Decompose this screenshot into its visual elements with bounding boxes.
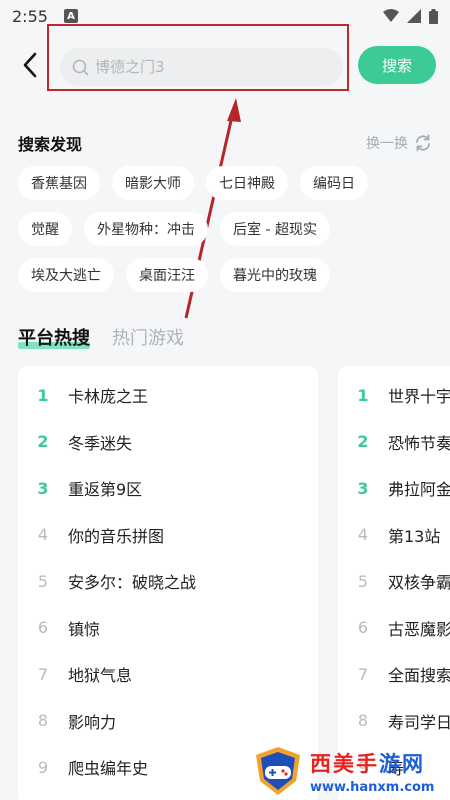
rank-name: 重返第9区 xyxy=(68,480,143,500)
list-item[interactable]: 7 全面搜索 xyxy=(338,651,450,698)
wifi-icon xyxy=(383,9,399,22)
rank-number: 1 xyxy=(37,385,49,405)
platform-hot-list: 1 卡林庞之王 2 冬季迷失 3 重返第9区 4 你的音乐拼图 5 安多尔：破晓之战 6镇… xyxy=(18,366,318,800)
back-button[interactable] xyxy=(14,48,46,82)
tag-item[interactable]: 觉醒 xyxy=(18,212,72,246)
tag-item[interactable]: 埃及大逃亡 xyxy=(18,258,114,292)
status-time: 2:55 xyxy=(12,6,48,26)
list-item[interactable]: 6 镇惊 xyxy=(18,605,318,652)
refresh-icon xyxy=(416,134,430,152)
rank-name: 古恶魔影 xyxy=(388,619,450,639)
list-item[interactable]: 1 卡林庞之王 xyxy=(18,372,318,419)
search-box[interactable] xyxy=(60,48,343,86)
list-item[interactable]: 8 寿司学日 xyxy=(338,698,450,745)
ranking-tabs: 平台热搜 热门游戏 xyxy=(18,320,184,350)
gamepad-logo-icon xyxy=(256,747,300,795)
rank-name: 你的音乐拼图 xyxy=(68,526,165,546)
tag-row: 香蕉基因 暗影大师 七日神殿 编码日 xyxy=(18,166,438,200)
discover-header: 搜索发现 换一换 xyxy=(18,130,432,156)
status-bar: 2:55 A xyxy=(0,0,450,32)
rank-name: 影响力 xyxy=(68,712,117,732)
list-item[interactable]: 4 第13站 xyxy=(338,512,450,559)
rank-name: 弗拉阿金 xyxy=(388,480,450,500)
list-item[interactable]: 8 影响力 xyxy=(18,698,318,745)
watermark: 西美手游网 www.hanxm.com xyxy=(252,742,450,800)
rank-number: 8 xyxy=(357,711,369,731)
tab-platform-hot[interactable]: 平台热搜 xyxy=(18,324,90,350)
battery-icon xyxy=(429,8,438,24)
discover-title: 搜索发现 xyxy=(18,135,83,154)
rank-name: 恐怖节奏 xyxy=(388,433,450,453)
rank-number: 6 xyxy=(357,618,369,638)
rank-number: 9 xyxy=(37,757,49,777)
rank-name: 寿司学日 xyxy=(388,712,450,732)
tag-item[interactable]: 暗影大师 xyxy=(112,166,194,200)
tab-hot-games[interactable]: 热门游戏 xyxy=(112,324,184,350)
notification-icon: A xyxy=(63,9,78,23)
tag-row: 觉醒 外星物种：冲击 后室 - 超现实 xyxy=(18,212,438,246)
rank-name: 卡林庞之王 xyxy=(68,387,149,407)
list-item[interactable]: 3 重返第9区 xyxy=(18,465,318,512)
search-icon xyxy=(72,59,89,75)
rank-name: 全面搜索 xyxy=(388,666,450,686)
rank-number: 2 xyxy=(37,432,49,452)
rank-number: 8 xyxy=(37,711,49,731)
rank-number: 5 xyxy=(357,571,369,591)
rank-name: 爬虫编年史 xyxy=(68,759,149,779)
tag-item[interactable]: 暮光中的玫瑰 xyxy=(220,258,330,292)
tag-item[interactable]: 香蕉基因 xyxy=(18,166,100,200)
list-item[interactable]: 3 弗拉阿金 xyxy=(338,465,450,512)
list-item[interactable]: 7 地狱气息 xyxy=(18,651,318,698)
rank-name: 第13站 xyxy=(388,526,441,546)
watermark-title-blue: 游网 xyxy=(379,751,425,776)
back-arrow-icon xyxy=(23,52,37,78)
rank-number: 1 xyxy=(357,385,369,405)
discover-tags: 香蕉基因 暗影大师 七日神殿 编码日 觉醒 外星物种：冲击 后室 - 超现实 埃… xyxy=(18,166,438,304)
rank-number: 7 xyxy=(37,664,49,684)
watermark-title: 西美手游网 xyxy=(310,748,434,778)
list-item[interactable]: 1 世界十宇 xyxy=(338,372,450,419)
watermark-text: 西美手游网 www.hanxm.com xyxy=(310,748,434,795)
tag-item[interactable]: 七日神殿 xyxy=(206,166,288,200)
search-button[interactable]: 搜索 xyxy=(358,46,436,84)
list-item[interactable]: 5 双核争霸 xyxy=(338,558,450,605)
tag-item[interactable]: 桌面汪汪 xyxy=(126,258,208,292)
rank-number: 4 xyxy=(37,525,49,545)
rank-name: 镇惊 xyxy=(68,619,101,639)
tag-item[interactable]: 编码日 xyxy=(300,166,368,200)
rank-number: 7 xyxy=(357,664,369,684)
top-bar: 搜索 xyxy=(0,36,450,96)
refresh-button[interactable]: 换一换 xyxy=(366,133,432,153)
tab-platform-hot-label: 平台热搜 xyxy=(18,328,90,349)
list-item[interactable]: 6 古恶魔影 xyxy=(338,605,450,652)
rank-number: 5 xyxy=(37,571,49,591)
rank-number: 2 xyxy=(357,432,369,452)
rank-name: 安多尔：破晓之战 xyxy=(68,573,197,593)
rank-number: 3 xyxy=(37,478,49,498)
rank-name: 双核争霸 xyxy=(388,573,450,593)
signal-icon xyxy=(407,9,421,23)
watermark-title-red: 西美手 xyxy=(310,751,379,776)
list-item[interactable]: 2 恐怖节奏 xyxy=(338,419,450,466)
search-input[interactable] xyxy=(95,58,315,76)
status-icons xyxy=(383,8,438,24)
hot-games-list: 1 世界十宇 2 恐怖节奏 3 弗拉阿金 4 第13站 5 双核争霸 6 古恶魔影 7 全面搜… xyxy=(338,366,450,800)
rank-number: 3 xyxy=(357,478,369,498)
rank-name: 冬季迷失 xyxy=(68,433,133,453)
watermark-url: www.hanxm.com xyxy=(310,779,435,795)
rank-name: 世界十宇 xyxy=(388,387,450,407)
rank-name: 地狱气息 xyxy=(68,666,133,686)
refresh-label: 换一换 xyxy=(366,136,408,152)
rank-number: 4 xyxy=(357,525,369,545)
rank-number: 6 xyxy=(37,618,49,638)
list-item[interactable]: 4 你的音乐拼图 xyxy=(18,512,318,559)
tag-item[interactable]: 外星物种：冲击 xyxy=(84,212,208,246)
tag-row: 埃及大逃亡 桌面汪汪 暮光中的玫瑰 xyxy=(18,258,438,292)
list-item[interactable]: 5 安多尔：破晓之战 xyxy=(18,558,318,605)
list-item[interactable]: 2 冬季迷失 xyxy=(18,419,318,466)
tag-item[interactable]: 后室 - 超现实 xyxy=(220,212,330,246)
